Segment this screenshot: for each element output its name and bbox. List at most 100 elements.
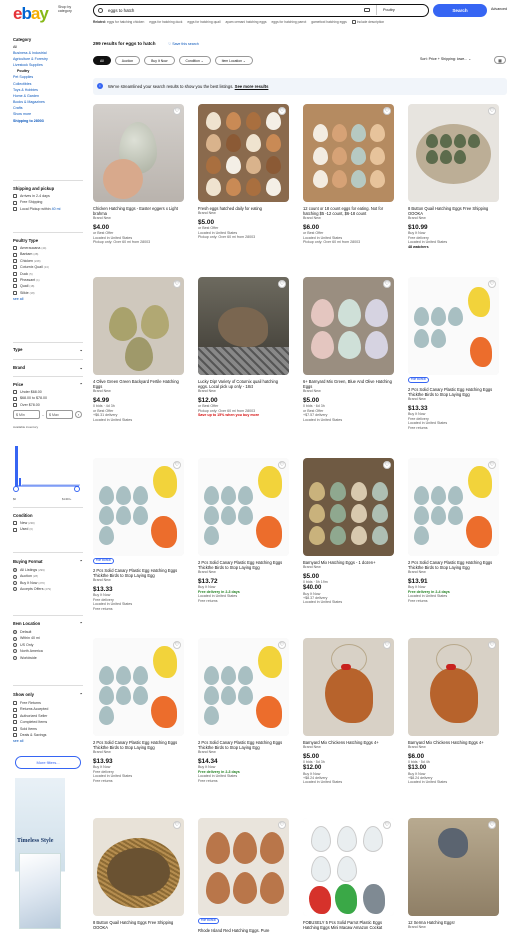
- product-image[interactable]: ♡: [303, 458, 394, 556]
- checkbox[interactable]: [13, 271, 17, 276]
- product-image[interactable]: ♡: [303, 104, 394, 202]
- category-link[interactable]: Livestock Supplies: [13, 63, 83, 68]
- checkbox[interactable]: [13, 521, 17, 526]
- radio[interactable]: [13, 580, 17, 585]
- product-image[interactable]: ♡: [408, 458, 499, 556]
- checkbox[interactable]: [13, 713, 17, 718]
- product-title[interactable]: FOBUSELY 5 Pcs Solid Parrot Plastic Eggs…: [303, 920, 394, 930]
- checkbox[interactable]: [13, 733, 17, 738]
- checkbox[interactable]: [13, 402, 17, 407]
- heart-icon[interactable]: ♡: [278, 821, 286, 829]
- product-title[interactable]: 4 Olive Green Green Backyard Fertile Hat…: [93, 379, 184, 389]
- product-image[interactable]: ♡: [93, 458, 184, 556]
- filter-option[interactable]: New (290): [13, 521, 83, 526]
- include-description-checkbox[interactable]: [351, 20, 356, 25]
- min-price-input[interactable]: $ Min: [13, 410, 40, 420]
- sort-dropdown[interactable]: Sort: Price + Shipping: lowe... ⌄: [420, 57, 471, 61]
- product-title[interactable]: 8 Button Quail Hatching Eggs Free Shippi…: [93, 920, 184, 930]
- radio[interactable]: [13, 655, 17, 660]
- product-image[interactable]: ♡: [93, 818, 184, 916]
- filter-option[interactable]: US Only: [13, 643, 83, 647]
- heart-icon[interactable]: ♡: [383, 107, 391, 115]
- product-title[interactable]: Chicken Hatching Eggs - Easter eggers x …: [93, 206, 184, 216]
- chevron-up-icon[interactable]: ⌃: [79, 621, 83, 626]
- radio[interactable]: [13, 574, 17, 579]
- camera-icon[interactable]: [364, 8, 370, 12]
- category-link[interactable]: Crafts: [13, 106, 83, 111]
- product-card[interactable]: ♡ Barnyard Mix Chickens Hatching Eggs 4+ B…: [303, 638, 394, 785]
- heart-icon[interactable]: ♡: [278, 641, 286, 649]
- see-more-results-link[interactable]: See more results: [235, 84, 269, 89]
- category-link[interactable]: Toys & Hobbies: [13, 88, 83, 93]
- chevron-up-icon[interactable]: ⌃: [79, 382, 83, 387]
- checkbox[interactable]: [13, 206, 17, 211]
- product-card[interactable]: ♡ 12 Serma Hatching Eggs! Brand New: [408, 818, 499, 930]
- filter-pill-location[interactable]: Item Location ⌄: [214, 56, 253, 65]
- product-card[interactable]: ♡ 8 Button Quail Hatching Eggs Free Shipp…: [408, 104, 499, 249]
- product-title[interactable]: 2 Pcs Solid Canary Plastic Egg Hatching …: [408, 560, 499, 570]
- category-link[interactable]: Books & Magazines: [13, 100, 83, 105]
- product-card[interactable]: ♡ Fresh eggs hatched daily for eating Bran…: [198, 104, 289, 239]
- heart-icon[interactable]: ♡: [488, 107, 496, 115]
- product-title[interactable]: 2 Pcs Solid Canary Plastic Egg Hatching …: [408, 387, 499, 397]
- checkbox[interactable]: [13, 200, 17, 205]
- heart-icon[interactable]: ♡: [488, 280, 496, 288]
- heart-icon[interactable]: ♡: [173, 461, 181, 469]
- chevron-up-icon[interactable]: ⌃: [79, 692, 83, 697]
- pickup-distance[interactable]: 40 mi: [52, 207, 61, 211]
- category-link[interactable]: Collectibles: [13, 82, 83, 87]
- radio[interactable]: [13, 636, 17, 641]
- filter-option[interactable]: Local Pickup within 40 mi: [13, 207, 83, 211]
- product-card[interactable]: ♡ Lucky Dip! Variety of Coturnix quail ha…: [198, 277, 289, 418]
- filter-option[interactable]: Sold Items: [13, 727, 83, 731]
- product-image[interactable]: ♡: [408, 277, 499, 375]
- chevron-up-icon[interactable]: ⌃: [79, 559, 83, 564]
- filter-option[interactable]: Chicken (228): [13, 259, 83, 263]
- product-title[interactable]: 2 Pcs Solid Canary Plastic Egg Hatching …: [93, 740, 184, 750]
- category-link[interactable]: Business & Industrial: [13, 51, 83, 56]
- type-filter-header[interactable]: Type ⌄: [13, 347, 83, 352]
- filter-pill-condition[interactable]: Condition ⌄: [178, 56, 211, 65]
- filter-option[interactable]: Auction (28): [13, 574, 83, 579]
- filter-option[interactable]: Buy It Now (270): [13, 581, 83, 585]
- product-card[interactable]: ♡ Barnyard Mix Hatching Eggs - 1 dozen+ Br…: [303, 458, 394, 605]
- product-image[interactable]: ♡: [198, 638, 289, 736]
- heart-icon[interactable]: ♡: [488, 641, 496, 649]
- max-price-input[interactable]: $ Max: [46, 410, 73, 420]
- filter-option[interactable]: Within 40 mi: [13, 636, 83, 641]
- heart-icon[interactable]: ♡: [173, 107, 181, 115]
- filter-pill-buy-it-now[interactable]: Buy It Now: [144, 56, 175, 65]
- heart-icon[interactable]: ♡: [383, 821, 391, 829]
- see-all-link[interactable]: see all: [13, 739, 83, 744]
- shop-by-category-button[interactable]: Shop by category: [58, 5, 84, 14]
- heart-icon[interactable]: ♡: [488, 461, 496, 469]
- filter-option[interactable]: Completed Items: [13, 720, 83, 725]
- filter-option[interactable]: Coturnix Quail (13): [13, 265, 83, 270]
- product-image[interactable]: ♡: [198, 458, 289, 556]
- product-image[interactable]: ♡: [408, 104, 499, 202]
- product-title[interactable]: 2 Pcs Solid Canary Plastic Egg Hatching …: [198, 560, 289, 570]
- shipping-to-link[interactable]: Shipping to 28003: [13, 119, 83, 124]
- product-card[interactable]: ♡ 2 Pcs Solid Canary Plastic Egg Hatching…: [198, 458, 289, 603]
- product-card[interactable]: ♡ FOBUSELY 5 Pcs Solid Parrot Plastic Egg…: [303, 818, 394, 930]
- checkbox[interactable]: [13, 284, 17, 289]
- checkbox[interactable]: [13, 390, 17, 395]
- heart-icon[interactable]: ♡: [173, 280, 181, 288]
- filter-option[interactable]: Over $78.00: [13, 403, 83, 407]
- range-handle-min[interactable]: [13, 486, 19, 492]
- category-link[interactable]: Agriculture & Forestry: [13, 57, 83, 62]
- product-image[interactable]: ♡: [93, 277, 184, 375]
- filter-option[interactable]: Worldwide: [13, 656, 83, 660]
- related-link[interactable]: ayam cemani hatching eggs: [225, 20, 266, 24]
- product-image[interactable]: ♡: [93, 638, 184, 736]
- checkbox[interactable]: [13, 265, 17, 270]
- related-link[interactable]: gamefowl hatching eggs: [311, 20, 347, 24]
- product-title[interactable]: Rhode Island Red Hatching Eggs. Pure: [198, 928, 289, 933]
- checkbox[interactable]: [13, 258, 17, 263]
- checkbox[interactable]: [13, 396, 17, 401]
- heart-icon[interactable]: ♡: [278, 461, 286, 469]
- filter-option[interactable]: All Listings (299): [13, 568, 83, 573]
- checkbox[interactable]: [13, 527, 17, 532]
- checkbox[interactable]: [13, 707, 17, 712]
- filter-option[interactable]: Free Shipping: [13, 200, 83, 205]
